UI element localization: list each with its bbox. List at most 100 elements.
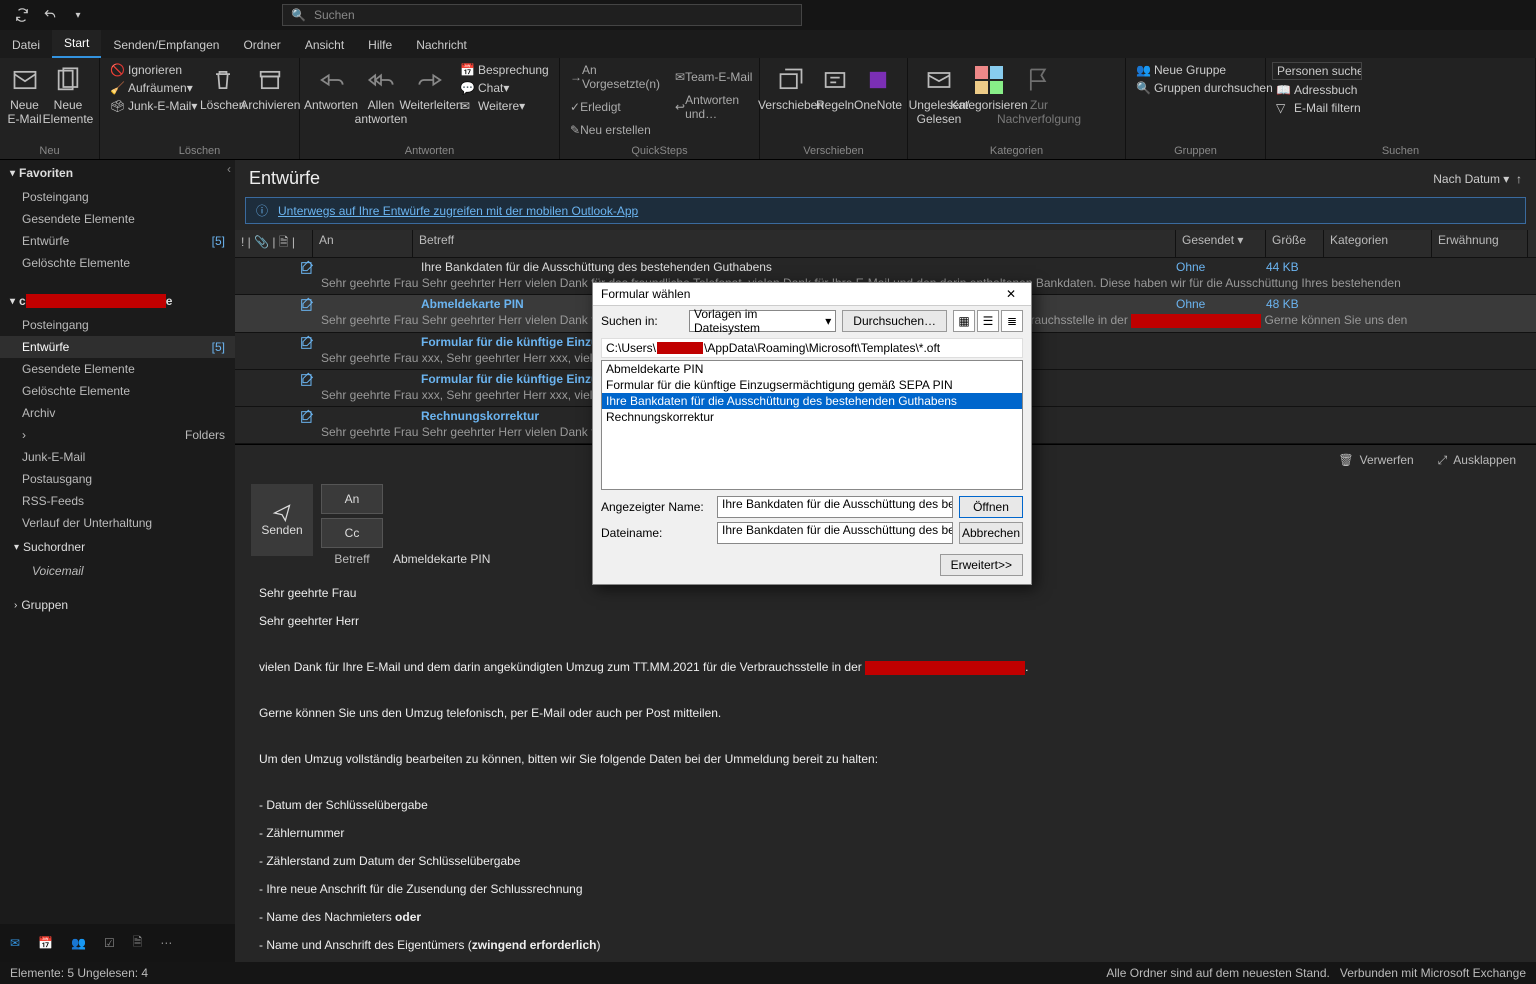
filename-input[interactable]: Ihre Bankdaten für die Ausschüttung des …	[717, 522, 953, 544]
sidebar-item-sent[interactable]: Gesendete Elemente	[0, 358, 235, 380]
undo-icon[interactable]	[36, 1, 64, 29]
followup-button[interactable]: Zur Nachverfolgung	[1014, 62, 1064, 126]
sidebar-item-entwuerfe[interactable]: Entwürfe[5]	[0, 230, 235, 252]
rules-button[interactable]: Regeln	[816, 62, 854, 112]
draft-icon	[299, 260, 315, 276]
discard-button[interactable]: 🗑Verwerfen	[1338, 453, 1413, 468]
sidebar-item-rss[interactable]: RSS-Feeds	[0, 490, 235, 512]
junk-button[interactable]: 🗳Junk-E-Mail▾	[106, 98, 200, 114]
sidebar-item-inbox[interactable]: Posteingang	[0, 314, 235, 336]
view-list[interactable]: ☰	[977, 310, 999, 332]
sidebar-account-header[interactable]: ▾ce	[0, 288, 235, 314]
calendar-nav-icon[interactable]: 📅	[38, 936, 53, 950]
sort-dropdown[interactable]: Nach Datum ▾ ↑	[1433, 172, 1522, 186]
search-input[interactable]: 🔍 Suchen	[282, 4, 802, 26]
view-details[interactable]: ≣	[1001, 310, 1023, 332]
tab-start[interactable]: Start	[52, 30, 101, 58]
mail-nav-icon[interactable]: ✉	[10, 936, 20, 950]
tab-hilfe[interactable]: Hilfe	[356, 32, 404, 58]
folder-title: Entwürfe	[249, 168, 320, 189]
quickstep-done[interactable]: ✓ Erledigt	[566, 92, 671, 122]
meeting-button[interactable]: 📅Besprechung	[456, 62, 546, 78]
open-button[interactable]: Öffnen	[959, 496, 1023, 518]
displayname-label: Angezeigter Name:	[601, 500, 711, 514]
browse-groups-button[interactable]: 🔍Gruppen durchsuchen	[1132, 80, 1277, 96]
unread-read-button[interactable]: Ungelesen/ Gelesen	[914, 62, 964, 126]
col-kategorien[interactable]: Kategorien	[1324, 230, 1432, 257]
more-reply-button[interactable]: ✉Weitere▾	[456, 98, 546, 114]
send-button[interactable]: Senden	[251, 484, 313, 556]
template-list-item[interactable]: Abmeldekarte PIN	[602, 361, 1022, 377]
quickstep-to-boss[interactable]: → An Vorgesetzte(n)	[566, 62, 671, 92]
sidebar-item-deleted[interactable]: Gelöschte Elemente	[0, 380, 235, 402]
displayname-input[interactable]: Ihre Bankdaten für die Ausschüttung des …	[717, 496, 953, 518]
sidebar-item-outbox[interactable]: Postausgang	[0, 468, 235, 490]
quickstep-create[interactable]: ✎ Neu erstellen	[566, 122, 655, 138]
onenote-button[interactable]: OneNote	[854, 62, 902, 112]
reply-all-button[interactable]: Allen antworten	[356, 62, 406, 126]
filter-email-button[interactable]: ▽E-Mail filtern	[1272, 100, 1365, 116]
col-icons[interactable]: ! | 📎 | 🗎 |	[235, 230, 313, 257]
tab-ansicht[interactable]: Ansicht	[293, 32, 356, 58]
col-groesse[interactable]: Größe	[1266, 230, 1324, 257]
template-list[interactable]: Abmeldekarte PINFormular für die künftig…	[601, 360, 1023, 490]
template-list-item[interactable]: Ihre Bankdaten für die Ausschüttung des …	[602, 393, 1022, 409]
reply-button[interactable]: Antworten	[306, 62, 356, 112]
new-group-button[interactable]: 👥Neue Gruppe	[1132, 62, 1277, 78]
cleanup-button[interactable]: 🧹Aufräumen▾	[106, 80, 200, 96]
sidebar-item-archive[interactable]: Archiv	[0, 402, 235, 424]
col-gesendet[interactable]: Gesendet ▾	[1176, 230, 1266, 257]
sync-icon[interactable]	[8, 1, 36, 29]
tab-ordner[interactable]: Ordner	[231, 32, 292, 58]
delete-button[interactable]: Löschen	[200, 62, 245, 112]
cancel-button[interactable]: Abbrechen	[959, 522, 1023, 544]
tasks-nav-icon[interactable]: ☑	[104, 936, 115, 950]
tab-senden-empfangen[interactable]: Senden/Empfangen	[101, 32, 231, 58]
message-body[interactable]: Sehr geehrte FrauSehr geehrter Herr viel…	[235, 574, 1536, 962]
chat-button[interactable]: 💬Chat▾	[456, 80, 546, 96]
sidebar-item-drafts[interactable]: Entwürfe[5]	[0, 336, 235, 358]
sidebar-item-junk[interactable]: Junk-E-Mail	[0, 446, 235, 468]
more-nav-icon[interactable]: ⋯	[160, 936, 172, 950]
people-nav-icon[interactable]: 👥	[71, 936, 86, 950]
people-search-input[interactable]: Personen suchen	[1272, 62, 1362, 80]
browse-button[interactable]: Durchsuchen…	[842, 310, 947, 332]
to-button[interactable]: An	[321, 484, 383, 514]
dialog-close-button[interactable]: ✕	[999, 287, 1023, 301]
ignore-button[interactable]: 🚫Ignorieren	[106, 62, 200, 78]
sidebar-item-conversation-history[interactable]: Verlauf der Unterhaltung	[0, 512, 235, 534]
advanced-button[interactable]: Erweitert>>	[940, 554, 1023, 576]
template-list-item[interactable]: Formular für die künftige Einzugsermächt…	[602, 377, 1022, 393]
sidebar-gruppen-header[interactable]: ›Gruppen	[0, 592, 235, 618]
lookin-dropdown[interactable]: Vorlagen im Dateisystem▾	[689, 310, 836, 332]
sidebar-item-posteingang[interactable]: Posteingang	[0, 186, 235, 208]
tab-nachricht[interactable]: Nachricht	[404, 32, 479, 58]
sidebar-favorites-header[interactable]: ▾Favoriten	[0, 160, 235, 186]
notes-nav-icon[interactable]: 🗎	[133, 933, 143, 954]
forward-button[interactable]: Weiterleiten	[406, 62, 456, 112]
cc-button[interactable]: Cc	[321, 518, 383, 548]
addressbook-button[interactable]: 📖Adressbuch	[1272, 82, 1365, 98]
move-button[interactable]: Verschieben	[766, 62, 816, 112]
new-items-button[interactable]: Neue Elemente	[43, 62, 93, 126]
template-list-item[interactable]: Rechnungskorrektur	[602, 409, 1022, 425]
collapse-sidebar-icon[interactable]: ‹	[227, 162, 231, 176]
subject-value[interactable]: Abmeldekarte PIN	[393, 552, 490, 566]
subject-label: Betreff	[321, 552, 383, 566]
sidebar-item-geloeschte[interactable]: Gelöschte Elemente	[0, 252, 235, 274]
qa-dropdown-icon[interactable]: ▾	[64, 1, 92, 29]
info-banner[interactable]: ⓘ Unterwegs auf Ihre Entwürfe zugreifen …	[245, 197, 1526, 224]
tab-datei[interactable]: Datei	[0, 32, 52, 58]
expand-button[interactable]: ⤢Ausklappen	[1438, 453, 1516, 468]
ribbon: Neue E-Mail Neue Elemente Neu 🚫Ignoriere…	[0, 58, 1536, 160]
archive-button[interactable]: Archivieren	[245, 62, 295, 112]
sidebar-item-voicemail[interactable]: Voicemail	[0, 560, 235, 582]
col-an[interactable]: An	[313, 230, 413, 257]
sidebar-suchordner-header[interactable]: ▾Suchordner	[0, 534, 235, 560]
new-email-button[interactable]: Neue E-Mail	[6, 62, 43, 126]
col-erwaehnung[interactable]: Erwähnung	[1432, 230, 1528, 257]
sidebar-item-folders[interactable]: › Folders	[0, 424, 235, 446]
col-betreff[interactable]: Betreff	[413, 230, 1176, 257]
view-large-icons[interactable]: ▦	[953, 310, 975, 332]
sidebar-item-gesendete[interactable]: Gesendete Elemente	[0, 208, 235, 230]
